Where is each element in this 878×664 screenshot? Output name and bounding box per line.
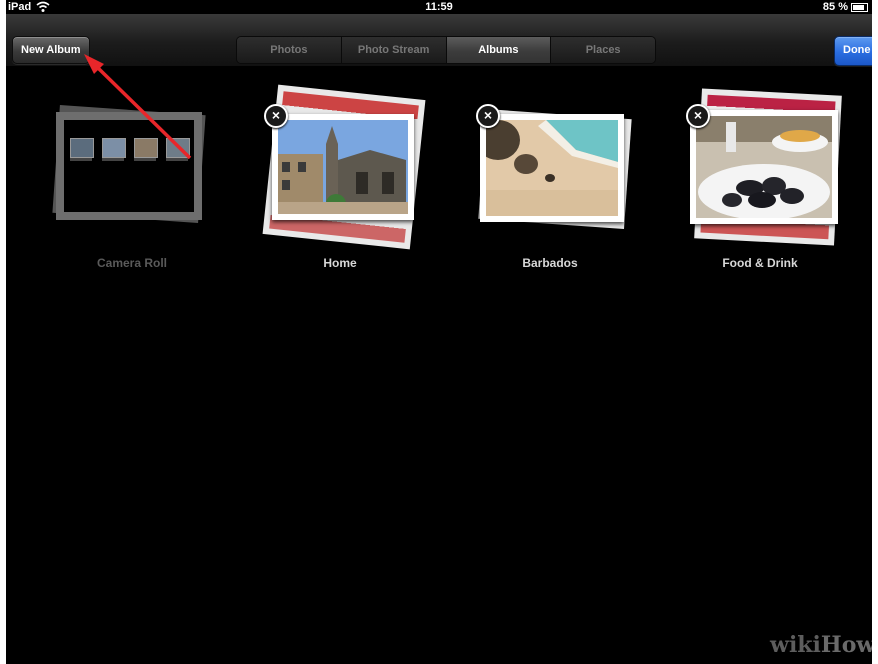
tab-places[interactable]: Places [551,37,655,63]
done-button[interactable]: Done [834,36,872,66]
status-bar: iPad 11:59 85 % [6,0,872,14]
watermark-logo: wikiHow [770,632,872,658]
delete-album-barbados-icon[interactable]: × [476,104,500,128]
delete-album-home-icon[interactable]: × [264,104,288,128]
thumbnail [102,138,126,158]
album-home[interactable]: × Home [250,84,430,286]
album-title: Barbados [522,256,578,270]
view-segmented-control: Photos Photo Stream Albums Places [236,36,656,64]
delete-album-food-and-drink-icon[interactable]: × [686,104,710,128]
thumbnail [134,138,158,158]
album-cover-photo [690,110,838,224]
album-title: Camera Roll [96,256,168,270]
thumbnail [166,138,190,158]
new-album-button[interactable]: New Album [12,36,90,64]
tab-photos[interactable]: Photos [237,37,342,63]
battery-percent: 85 % [822,1,848,13]
status-time: 11:59 [425,1,453,13]
ipad-screen: iPad 11:59 85 % New Album Photos Photo S… [6,0,872,664]
album-title: Food & Drink [722,256,798,270]
navigation-bar: New Album Photos Photo Stream Albums Pla… [6,14,872,67]
album-camera-roll[interactable]: Camera Roll [42,105,222,286]
thumbnail [70,138,94,158]
album-cover-photo [272,114,414,220]
album-title: Home [323,256,357,270]
album-frame [56,112,202,220]
album-cover-photo [480,114,624,222]
tab-photo-stream[interactable]: Photo Stream [341,37,447,63]
album-barbados[interactable]: × Barbados [460,104,640,286]
tab-albums[interactable]: Albums [446,37,552,63]
battery-icon [851,3,868,12]
album-food-and-drink[interactable]: × Food & Drink [670,88,850,286]
